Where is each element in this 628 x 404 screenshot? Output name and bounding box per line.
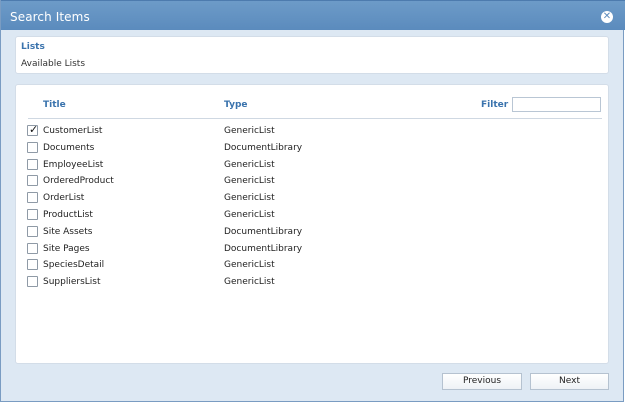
next-button[interactable]: Next	[530, 373, 609, 390]
column-header-type[interactable]: Type	[224, 100, 247, 110]
row-title: SuppliersList	[43, 277, 101, 288]
list-rows: ✓ CustomerList GenericList Documents Documen…	[16, 123, 610, 291]
row-title: Site Assets	[43, 226, 93, 237]
row-checkbox[interactable]	[27, 225, 38, 237]
table-row[interactable]: ✓ CustomerList GenericList	[16, 123, 610, 140]
checkmark-icon: ✓	[29, 123, 39, 136]
table-row[interactable]: Site Assets DocumentLibrary	[16, 224, 610, 241]
row-type: GenericList	[224, 260, 275, 271]
table-row[interactable]: SpeciesDetail GenericList	[16, 257, 610, 274]
lists-subtitle: Available Lists	[21, 59, 86, 69]
search-items-dialog: Search Items ✕ Lists Available Lists Tit…	[0, 0, 625, 402]
lists-panel: Lists Available Lists	[15, 36, 609, 74]
table-row[interactable]: OrderList GenericList	[16, 190, 610, 207]
row-type: GenericList	[224, 209, 275, 220]
row-type: DocumentLibrary	[224, 226, 303, 237]
row-type: DocumentLibrary	[224, 142, 303, 153]
table-row[interactable]: Site Pages DocumentLibrary	[16, 241, 610, 258]
row-title: Site Pages	[43, 243, 90, 254]
filter-label: Filter	[481, 100, 509, 110]
filter-input[interactable]	[512, 97, 601, 112]
row-title: OrderList	[43, 193, 85, 204]
row-checkbox[interactable]	[27, 175, 38, 187]
table-row[interactable]: EmployeeList GenericList	[16, 157, 610, 174]
row-type: GenericList	[224, 176, 275, 187]
row-checkbox[interactable]	[27, 158, 38, 170]
row-checkbox[interactable]	[27, 141, 38, 153]
close-icon[interactable]: ✕	[601, 11, 613, 23]
row-checkbox[interactable]: ✓	[27, 123, 39, 136]
table-row[interactable]: OrderedProduct GenericList	[16, 173, 610, 190]
row-title: Documents	[43, 142, 95, 153]
table-row[interactable]: Documents DocumentLibrary	[16, 140, 610, 157]
header-divider	[28, 118, 602, 119]
dialog-title: Search Items	[10, 10, 90, 24]
previous-button[interactable]: Previous	[442, 373, 522, 390]
row-type: GenericList	[224, 277, 275, 288]
row-title: EmployeeList	[43, 159, 104, 170]
table-row[interactable]: ProductList GenericList	[16, 207, 610, 224]
row-checkbox[interactable]	[27, 208, 38, 220]
list-selection-panel: Title Type Filter ✓ CustomerList GenericLi…	[15, 84, 609, 364]
table-row[interactable]: SuppliersList GenericList	[16, 274, 610, 291]
row-title: CustomerList	[43, 126, 103, 136]
row-title: ProductList	[43, 209, 93, 220]
row-type: GenericList	[224, 159, 275, 170]
row-checkbox[interactable]	[27, 276, 38, 288]
dialog-titlebar: Search Items ✕	[1, 0, 625, 30]
row-checkbox[interactable]	[27, 242, 38, 254]
row-checkbox[interactable]	[27, 259, 38, 271]
row-title: SpeciesDetail	[43, 260, 105, 271]
lists-heading: Lists	[21, 42, 45, 52]
row-checkbox[interactable]	[27, 192, 38, 204]
column-header-title[interactable]: Title	[43, 100, 66, 110]
row-type: DocumentLibrary	[224, 243, 303, 254]
row-title: OrderedProduct	[43, 176, 114, 187]
row-type: GenericList	[224, 126, 275, 136]
row-type: GenericList	[224, 193, 275, 204]
